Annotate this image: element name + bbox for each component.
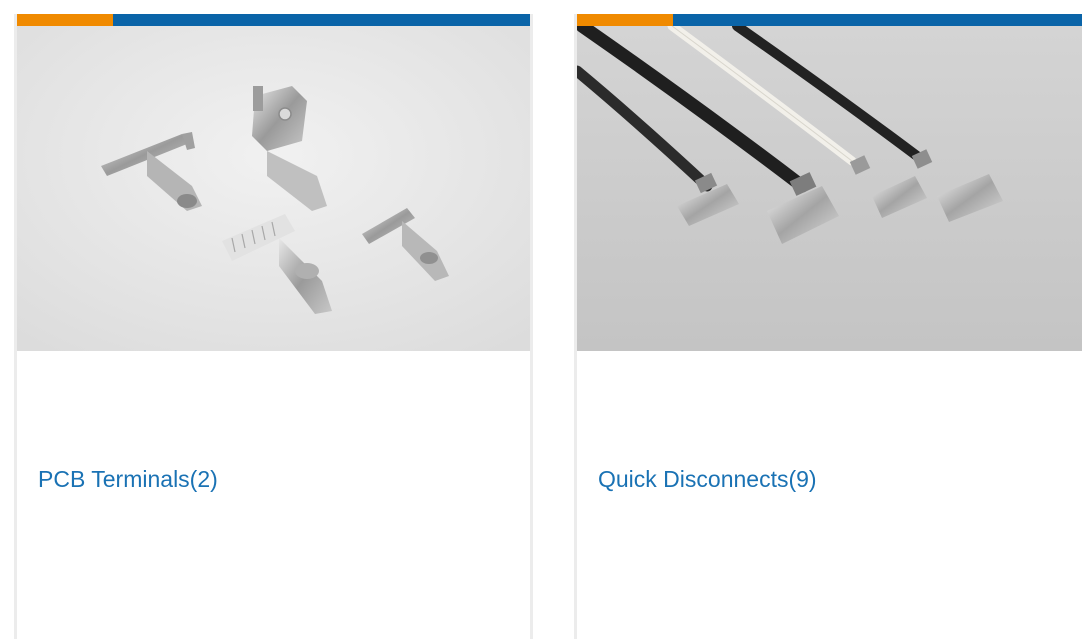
card-accent-bar bbox=[17, 14, 530, 26]
category-card-quick-disconnects[interactable]: Quick Disconnects(9) bbox=[574, 14, 1082, 639]
category-title-link[interactable]: Quick Disconnects(9) bbox=[598, 464, 817, 494]
accent-bar-orange bbox=[17, 14, 113, 26]
accent-bar-blue bbox=[673, 14, 1082, 26]
product-category-grid: PCB Terminals(2) Quick Disconnects(9) bbox=[0, 0, 1082, 639]
category-image-quick-disconnects[interactable] bbox=[577, 26, 1082, 351]
category-image-pcb-terminals[interactable] bbox=[17, 26, 530, 351]
category-card-pcb-terminals[interactable]: PCB Terminals(2) bbox=[14, 14, 533, 639]
category-title-link[interactable]: PCB Terminals(2) bbox=[38, 464, 218, 494]
accent-bar-orange bbox=[577, 14, 673, 26]
card-accent-bar bbox=[577, 14, 1082, 26]
accent-bar-blue bbox=[113, 14, 530, 26]
